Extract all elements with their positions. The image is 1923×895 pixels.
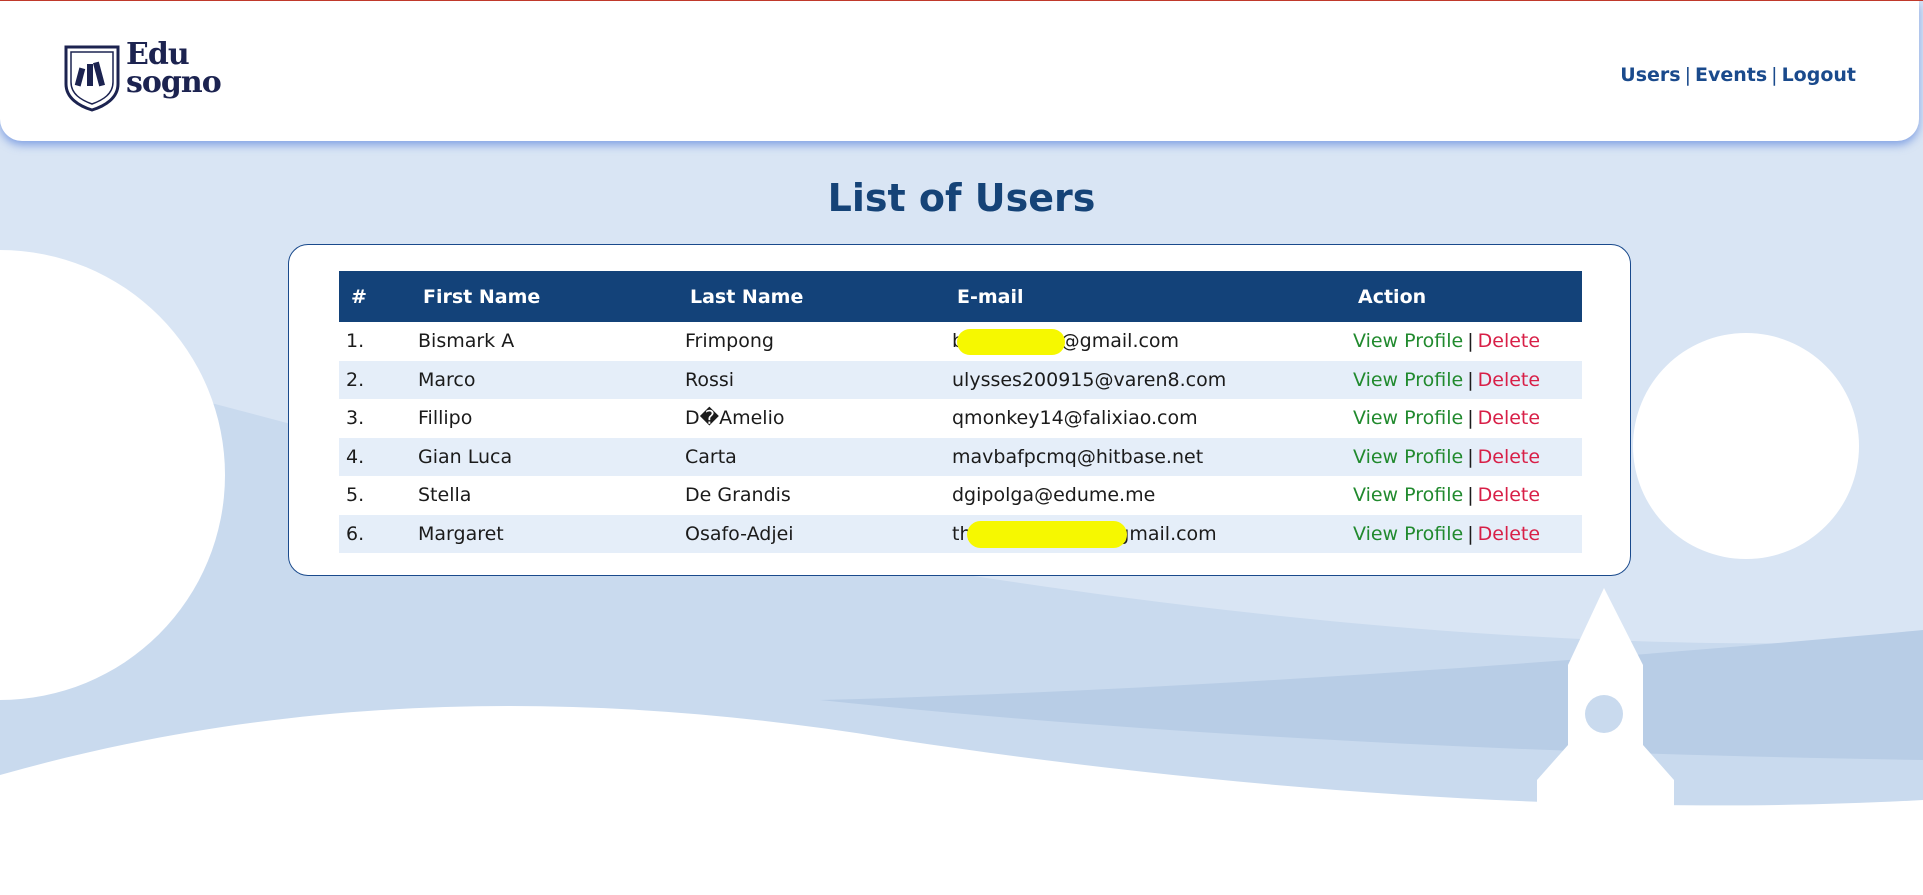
users-table: # First Name Last Name E-mail Action 1. …: [339, 271, 1582, 553]
delete-link[interactable]: Delete: [1478, 446, 1540, 468]
view-profile-link[interactable]: View Profile: [1353, 407, 1463, 429]
action-separator: |: [1467, 484, 1474, 507]
action-cell: View Profile | Delete: [1346, 515, 1582, 554]
delete-link[interactable]: Delete: [1478, 407, 1540, 429]
column-header-index: #: [351, 285, 367, 308]
column-header-email: E-mail: [957, 285, 1024, 308]
email-cell: dgipolga@edume.me: [952, 484, 1156, 507]
view-profile-link[interactable]: View Profile: [1353, 330, 1463, 352]
table-row: 2. Marco Rossi ulysses200915@varen8.com …: [339, 360, 1582, 400]
action-cell: View Profile | Delete: [1346, 438, 1582, 477]
table-row: 6. Margaret Osafo-Adjei th dme@gmail.com…: [339, 514, 1582, 554]
top-header: Edu sogno Users | Events | Logout: [0, 1, 1919, 141]
table-row: 1. Bismark A Frimpong b g@gmail.com View…: [339, 322, 1582, 361]
view-profile-link[interactable]: View Profile: [1353, 523, 1463, 545]
delete-link[interactable]: Delete: [1478, 369, 1540, 391]
row-index: 1.: [346, 330, 365, 353]
row-index: 6.: [346, 522, 365, 545]
last-name-cell: Osafo-Adjei: [685, 522, 794, 545]
action-separator: |: [1467, 445, 1474, 468]
view-profile-link[interactable]: View Profile: [1353, 369, 1463, 391]
redaction-highlight: [957, 329, 1065, 355]
first-name-cell: Stella: [418, 484, 472, 507]
first-name-cell: Marco: [418, 368, 476, 391]
action-cell: View Profile | Delete: [1346, 476, 1582, 515]
redaction-highlight: [967, 520, 1127, 548]
first-name-cell: Fillipo: [418, 407, 473, 430]
page-title: List of Users: [827, 176, 1096, 220]
column-header-action: Action: [1358, 285, 1427, 308]
action-cell: View Profile | Delete: [1346, 399, 1582, 438]
action-separator: |: [1467, 407, 1474, 430]
email-cell: th dme@gmail.com: [945, 515, 1346, 554]
first-name-cell: Gian Luca: [418, 445, 513, 468]
row-index: 2.: [346, 368, 365, 391]
action-cell: View Profile | Delete: [1346, 322, 1582, 361]
last-name-cell: De Grandis: [685, 484, 791, 507]
last-name-cell: D�Amelio: [685, 407, 785, 430]
table-header-row: # First Name Last Name E-mail Action: [339, 271, 1582, 322]
nav-logout[interactable]: Logout: [1782, 64, 1856, 86]
nav-events[interactable]: Events: [1695, 64, 1767, 86]
last-name-cell: Carta: [685, 445, 737, 468]
view-profile-link[interactable]: View Profile: [1353, 484, 1463, 506]
email-cell: b g@gmail.com: [945, 322, 1346, 361]
column-header-last-name: Last Name: [690, 285, 804, 308]
delete-link[interactable]: Delete: [1478, 484, 1540, 506]
last-name-cell: Rossi: [685, 368, 735, 391]
users-card: # First Name Last Name E-mail Action 1. …: [288, 244, 1631, 576]
row-index: 5.: [346, 484, 365, 507]
first-name-cell: Margaret: [418, 522, 504, 545]
email-cell: ulysses200915@varen8.com: [952, 368, 1227, 391]
delete-link[interactable]: Delete: [1478, 330, 1540, 352]
view-profile-link[interactable]: View Profile: [1353, 446, 1463, 468]
email-cell: mavbafpcmq@hitbase.net: [952, 445, 1204, 468]
nav-separator: |: [1771, 64, 1778, 86]
nav-separator: |: [1684, 64, 1691, 86]
brand-name: Edu sogno: [126, 37, 222, 100]
email-cell: qmonkey14@falixiao.com: [952, 407, 1198, 430]
action-separator: |: [1467, 522, 1474, 545]
top-nav: Users | Events | Logout: [1620, 64, 1856, 86]
row-index: 4.: [346, 445, 365, 468]
action-separator: |: [1467, 368, 1474, 391]
table-row: 4. Gian Luca Carta mavbafpcmq@hitbase.ne…: [339, 437, 1582, 477]
delete-link[interactable]: Delete: [1478, 523, 1540, 545]
table-row: 3. Fillipo D�Amelio qmonkey14@falixiao.c…: [339, 399, 1582, 438]
first-name-cell: Bismark A: [418, 330, 515, 353]
last-name-cell: Frimpong: [685, 330, 774, 353]
shield-books-icon: [64, 45, 120, 112]
column-header-first-name: First Name: [423, 285, 541, 308]
top-accent-line: [0, 0, 1923, 1]
action-separator: |: [1467, 330, 1474, 353]
table-row: 5. Stella De Grandis dgipolga@edume.me V…: [339, 476, 1582, 515]
nav-users[interactable]: Users: [1620, 64, 1680, 86]
action-cell: View Profile | Delete: [1346, 361, 1582, 400]
row-index: 3.: [346, 407, 365, 430]
brand-logo[interactable]: Edu sogno: [63, 37, 223, 114]
